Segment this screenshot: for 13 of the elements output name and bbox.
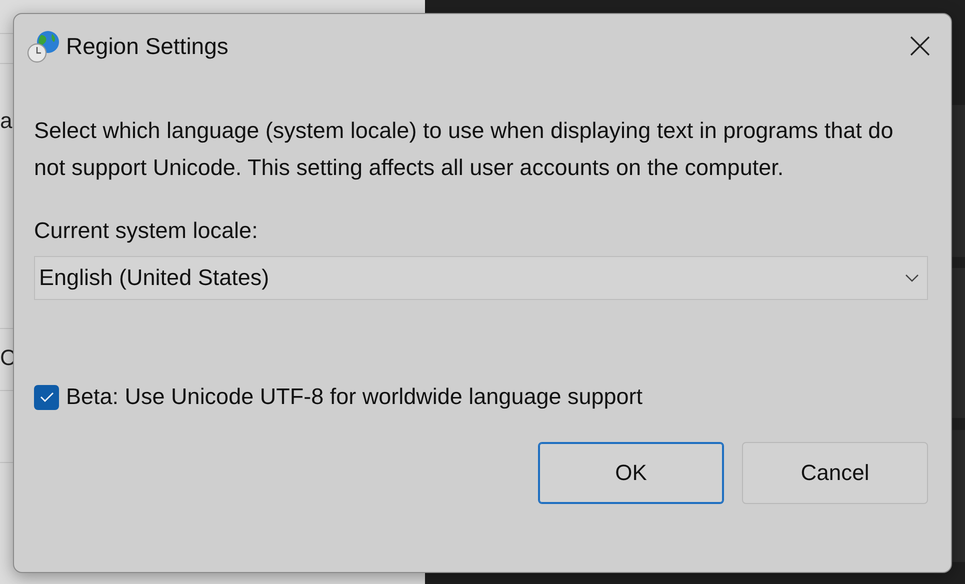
chevron-down-icon: [905, 274, 919, 282]
window-title: Region Settings: [66, 32, 230, 60]
ok-button[interactable]: OK: [538, 442, 724, 504]
description-text: Select which language (system locale) to use when displaying text in programs that do not support Unicode. This setting affects all user accounts on the computer.: [34, 117, 894, 182]
globe-clock-icon: [26, 28, 62, 64]
checkbox-label: Beta: Use Unicode UTF-8 for worldwide language support: [66, 384, 643, 410]
background-text: a: [0, 108, 12, 134]
locale-label: Current system locale:: [34, 218, 259, 244]
close-icon: [909, 35, 931, 57]
checkbox[interactable]: [34, 384, 59, 410]
locale-dropdown[interactable]: English (United States): [34, 256, 928, 300]
cancel-button[interactable]: Cancel: [742, 442, 928, 504]
checkmark-icon: [40, 392, 54, 402]
